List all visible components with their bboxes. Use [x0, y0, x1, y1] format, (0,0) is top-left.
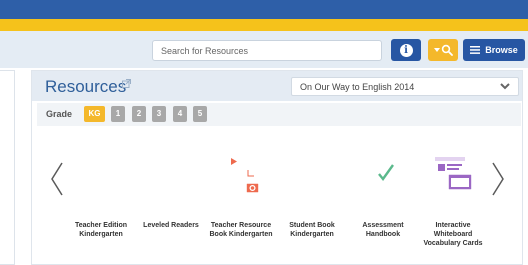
- grade-button-5[interactable]: 5: [193, 106, 207, 122]
- resource-label-student-book: Student Book Kindergarten: [289, 222, 335, 238]
- grade-button-2[interactable]: 2: [132, 106, 146, 122]
- resources-title: Resources: [45, 77, 127, 96]
- resource-label-teacher-resource-book: Teacher Resource Book Kindergarten: [209, 222, 273, 238]
- grade-button-1[interactable]: 1: [111, 106, 125, 122]
- grade-button-kg[interactable]: KG: [84, 106, 105, 122]
- side-panel: [0, 70, 15, 265]
- external-link-icon[interactable]: [122, 79, 131, 88]
- program-select[interactable]: On Our Way to English 2014: [291, 77, 519, 96]
- open-book-icon: [149, 159, 194, 191]
- browse-button[interactable]: Browse: [463, 39, 525, 61]
- media-document-icon: [224, 154, 260, 194]
- search-input[interactable]: [152, 40, 382, 61]
- grade-label: Grade: [46, 109, 73, 119]
- search-icon: [441, 44, 453, 56]
- grade-filter-row: [37, 103, 521, 126]
- whiteboard-icon: [434, 156, 473, 191]
- resource-tile-teacher-resource-book[interactable]: [210, 142, 273, 205]
- resource-label-leveled-readers: Leveled Readers: [143, 222, 199, 229]
- grade-button-4[interactable]: 4: [173, 106, 187, 122]
- carousel-prev-arrow[interactable]: [50, 162, 64, 196]
- resource-tile-assessment-handbook[interactable]: [352, 142, 415, 205]
- caret-down-icon: [433, 47, 440, 52]
- open-book-icon: [79, 159, 124, 191]
- open-book-icon: [290, 159, 335, 191]
- program-select-value: On Our Way to English 2014: [300, 82, 415, 92]
- info-icon: i: [399, 43, 413, 57]
- resource-tile-teacher-edition[interactable]: [70, 142, 133, 205]
- resource-tile-student-book[interactable]: [281, 142, 344, 205]
- menu-icon: [470, 46, 481, 54]
- resource-label-assessment-handbook: Assessment Handbook: [362, 222, 404, 238]
- top-yellow-bar: [0, 19, 528, 31]
- carousel-next-arrow[interactable]: [491, 162, 505, 196]
- resource-label-teacher-edition: Teacher Edition Kindergarten: [75, 222, 127, 238]
- top-blue-bar: [0, 0, 528, 19]
- grade-button-3[interactable]: 3: [152, 106, 166, 122]
- search-filter-button[interactable]: [428, 39, 458, 61]
- resource-tile-leveled-readers[interactable]: [140, 142, 203, 205]
- resource-label-interactive-whiteboard: Interactive Whiteboard Vocabulary Cards: [423, 222, 483, 247]
- checklist-icon: [371, 157, 394, 192]
- browse-label: Browse: [485, 45, 518, 55]
- resource-tile-interactive-whiteboard[interactable]: [422, 142, 485, 205]
- info-button[interactable]: i: [391, 39, 421, 61]
- chevron-down-icon: [500, 83, 510, 90]
